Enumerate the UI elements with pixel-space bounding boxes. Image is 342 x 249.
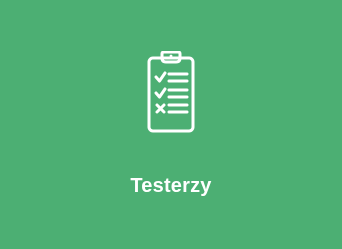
testerzy-tile[interactable]: Testerzy [0, 0, 342, 249]
clipboard-checklist-icon [146, 51, 196, 134]
tile-label: Testerzy [130, 175, 212, 197]
